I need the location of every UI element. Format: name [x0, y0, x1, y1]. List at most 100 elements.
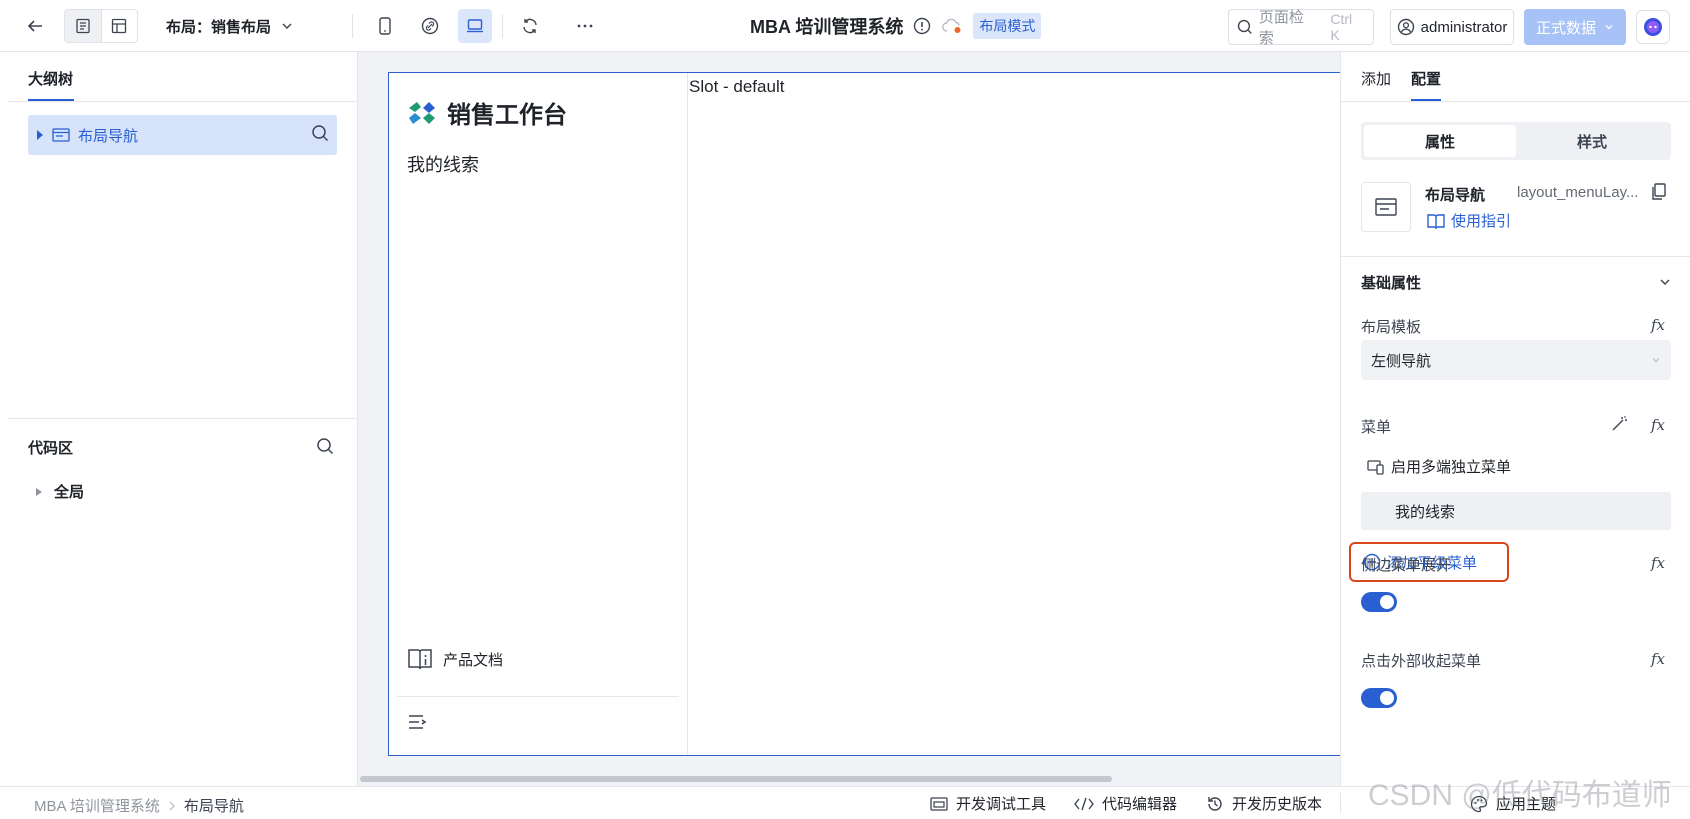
- debug-panel-icon: [930, 796, 948, 811]
- history-button[interactable]: 开发历史版本: [1206, 793, 1322, 814]
- assistant-button[interactable]: [1636, 10, 1670, 44]
- app-theme-button[interactable]: 应用主题: [1470, 793, 1556, 814]
- layout-select[interactable]: 布局：销售布局: [166, 14, 293, 38]
- fx-icon[interactable]: fx: [1651, 316, 1665, 334]
- info-alert-icon[interactable]: [913, 17, 931, 35]
- default-slot[interactable]: Slot - default: [689, 77, 784, 97]
- layout-component-icon: [52, 128, 70, 142]
- data-mode-button[interactable]: 正式数据: [1524, 9, 1626, 45]
- mobile-device-icon[interactable]: [368, 9, 402, 43]
- divider: [397, 696, 679, 697]
- brand-logo-icon: [409, 101, 435, 124]
- brand: 销售工作台: [407, 95, 567, 130]
- cloud-status-icon: [942, 18, 961, 33]
- history-label: 开发历史版本: [1232, 796, 1323, 813]
- desktop-device-icon[interactable]: [458, 9, 492, 43]
- tree-item-label: 布局导航: [78, 127, 139, 145]
- fx-icon[interactable]: fx: [1651, 416, 1665, 434]
- right-panel: 添加 配置 属性 样式 布局导航 layout_menuLay... 使用指引 …: [1340, 52, 1690, 786]
- search-shortcut: Ctrl K: [1330, 11, 1353, 43]
- app-title: MBA 培训管理系统: [750, 17, 904, 37]
- outside-collapse-toggle[interactable]: [1361, 688, 1397, 708]
- search-icon[interactable]: [311, 124, 329, 146]
- search-placeholder: 页面检索: [1258, 9, 1304, 47]
- tree-item-layout-nav[interactable]: 布局导航: [28, 115, 337, 155]
- divider: [1340, 793, 1341, 813]
- layout-template-label: 布局模板: [1361, 319, 1422, 336]
- code-area-title: 代码区: [28, 440, 74, 457]
- code-editor-button[interactable]: 代码编辑器: [1074, 793, 1177, 814]
- code-item-global[interactable]: 全局: [36, 481, 84, 502]
- switch-styles[interactable]: 样式: [1516, 125, 1668, 157]
- magic-wand-icon[interactable]: [1611, 414, 1629, 435]
- book-icon: [1427, 213, 1445, 229]
- left-panel: 大纲树 布局导航 代码区 全局: [8, 52, 358, 786]
- menu-row-item[interactable]: 我的线索: [1361, 492, 1671, 530]
- sider-expand-toggle[interactable]: [1361, 592, 1397, 612]
- page-view-icon[interactable]: [65, 10, 101, 42]
- chevron-down-icon: [1660, 279, 1670, 285]
- link-circle-icon[interactable]: [413, 9, 447, 43]
- back-arrow-icon[interactable]: [18, 9, 52, 43]
- prop-style-switch: 属性 样式: [1361, 122, 1671, 160]
- page-search-input[interactable]: 页面检索 Ctrl K: [1228, 9, 1374, 47]
- sider-expand-label: 侧边菜单展开: [1361, 557, 1452, 574]
- outline-tab-header: 大纲树: [8, 52, 357, 102]
- search-icon[interactable]: [316, 437, 334, 458]
- breadcrumb-item[interactable]: MBA 培训管理系统: [34, 795, 160, 816]
- menu-collapse-icon[interactable]: [407, 713, 427, 734]
- divider: [502, 14, 503, 38]
- user-name: administrator: [1420, 18, 1508, 36]
- chevron-down-icon: [1605, 25, 1613, 30]
- user-menu[interactable]: administrator: [1390, 9, 1514, 45]
- tab-add[interactable]: 添加: [1361, 68, 1391, 89]
- preview-menu-item[interactable]: 我的线索: [407, 151, 479, 177]
- search-icon: [1237, 19, 1252, 34]
- code-area: 代码区 全局: [8, 418, 358, 786]
- layout-select-label: 布局：销售布局: [166, 18, 272, 36]
- multi-device-icon: [1367, 459, 1384, 475]
- basic-props-header[interactable]: 基础属性: [1361, 268, 1671, 296]
- product-docs-link[interactable]: 产品文档: [407, 647, 503, 671]
- code-icon: [1074, 797, 1094, 810]
- tab-outline[interactable]: 大纲树: [28, 68, 73, 89]
- tab-underline: [28, 99, 74, 101]
- breadcrumb-current: 布局导航: [183, 798, 244, 815]
- divider: [1341, 256, 1690, 257]
- copy-icon[interactable]: [1651, 183, 1667, 204]
- component-id: layout_menuLay...: [1517, 184, 1639, 201]
- refresh-icon[interactable]: [513, 9, 547, 43]
- more-icon[interactable]: [568, 9, 602, 43]
- breadcrumb: MBA 培训管理系统 布局导航: [34, 795, 244, 816]
- fx-icon[interactable]: fx: [1651, 650, 1665, 668]
- chevron-down-icon: [282, 23, 292, 29]
- app-title-group: MBA 培训管理系统 布局模式: [750, 13, 1042, 39]
- palette-icon: [1470, 795, 1488, 812]
- caret-right-icon[interactable]: [36, 130, 44, 140]
- caret-right-icon: [36, 487, 42, 496]
- horizontal-scrollbar[interactable]: [360, 776, 1112, 782]
- layout-template-select[interactable]: 左侧导航: [1361, 340, 1671, 380]
- tab-underline: [1411, 99, 1441, 101]
- chevron-right-icon: [169, 801, 175, 810]
- layout-view-icon[interactable]: [100, 10, 138, 42]
- dev-tools-button[interactable]: 开发调试工具: [930, 793, 1046, 814]
- preview-frame[interactable]: 销售工作台 我的线索 产品文档 Slot - default: [388, 72, 1340, 756]
- app-root: 布局：销售布局 MBA 培训管理系统 布局模式 页面检索 Ctrl K admi…: [0, 0, 1690, 819]
- data-mode-label: 正式数据: [1535, 19, 1596, 37]
- assistant-icon: [1644, 18, 1662, 36]
- multi-menu-option[interactable]: 启用多端独立菜单: [1367, 456, 1511, 477]
- design-canvas: 销售工作台 我的线索 产品文档 Slot - default: [358, 52, 1340, 786]
- switch-properties[interactable]: 属性: [1364, 125, 1516, 157]
- tab-config[interactable]: 配置: [1411, 68, 1441, 89]
- chevron-down-icon: [1652, 358, 1660, 363]
- top-bar: 布局：销售布局 MBA 培训管理系统 布局模式 页面检索 Ctrl K admi…: [0, 0, 1690, 52]
- outside-collapse-label: 点击外部收起菜单: [1361, 653, 1482, 670]
- app-theme-label: 应用主题: [1496, 796, 1557, 813]
- brand-title: 销售工作台: [447, 102, 567, 129]
- usage-guide-link[interactable]: 使用指引: [1427, 210, 1511, 231]
- component-card: 布局导航 layout_menuLay... 使用指引: [1361, 182, 1671, 234]
- status-bar: MBA 培训管理系统 布局导航 开发调试工具 代码编辑器 开发历史版本 应用主题: [0, 786, 1690, 819]
- fx-icon[interactable]: fx: [1651, 554, 1665, 572]
- view-switch: [64, 9, 138, 43]
